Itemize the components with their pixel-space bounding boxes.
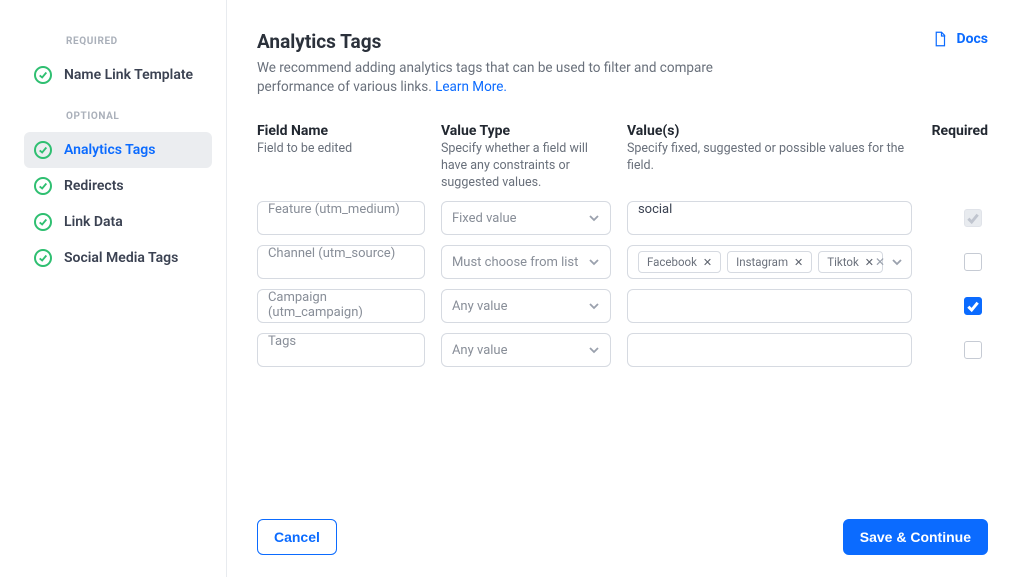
group-label-required: REQUIRED — [66, 36, 212, 47]
check-icon — [34, 66, 52, 84]
sidebar-item-link-data[interactable]: Link Data — [24, 204, 212, 240]
col-values-sub: Specify fixed, suggested or possible val… — [627, 141, 912, 175]
check-icon — [34, 177, 52, 195]
required-checkbox[interactable] — [964, 297, 982, 315]
sidebar-item-name-link-template[interactable]: Name Link Template — [24, 57, 212, 93]
col-value-type-sub: Specify whether a field will have any co… — [441, 141, 611, 192]
sidebar-item-label: Link Data — [64, 214, 123, 230]
value-type-select[interactable]: Fixed value — [441, 201, 611, 235]
chevron-down-icon — [588, 300, 600, 312]
sidebar-item-label: Redirects — [64, 178, 124, 194]
sidebar-item-label: Social Media Tags — [64, 250, 178, 266]
remove-tag-icon[interactable]: ✕ — [794, 256, 803, 269]
required-checkbox[interactable] — [964, 341, 982, 359]
col-required: Required — [928, 123, 988, 139]
value-type-select[interactable]: Any value — [441, 289, 611, 323]
table-body: Feature (utm_medium) Fixed value social … — [257, 201, 988, 367]
cancel-button[interactable]: Cancel — [257, 519, 337, 555]
col-value-type: Value Type — [441, 123, 611, 139]
page-subtitle: We recommend adding analytics tags that … — [257, 59, 787, 97]
page-title: Analytics Tags — [257, 30, 787, 53]
sidebar-item-label: Name Link Template — [64, 67, 193, 83]
check-icon — [34, 141, 52, 159]
value-tag-input[interactable]: Facebook✕ Instagram✕ Tiktok✕ ✕ — [627, 245, 912, 279]
table-header: Field Name Field to be edited Value Type… — [257, 123, 988, 192]
sidebar-item-label: Analytics Tags — [64, 142, 155, 158]
tag-chip[interactable]: Instagram✕ — [727, 251, 812, 273]
sidebar-item-analytics-tags[interactable]: Analytics Tags — [24, 132, 212, 168]
value-text-input[interactable]: social — [627, 201, 912, 235]
chevron-down-icon — [588, 212, 600, 224]
chevron-down-icon — [588, 344, 600, 356]
sidebar-item-social-media-tags[interactable]: Social Media Tags — [24, 240, 212, 276]
chevron-down-icon — [588, 256, 600, 268]
docs-icon — [931, 30, 949, 48]
chevron-down-icon[interactable] — [891, 256, 903, 268]
col-values: Value(s) — [627, 123, 912, 139]
main: Analytics Tags We recommend adding analy… — [227, 0, 1024, 577]
required-checkbox — [964, 209, 982, 227]
sidebar-item-redirects[interactable]: Redirects — [24, 168, 212, 204]
value-type-select[interactable]: Must choose from list — [441, 245, 611, 279]
field-name-input[interactable]: Tags — [257, 333, 425, 367]
docs-button[interactable]: Docs — [931, 30, 989, 48]
footer: Cancel Save & Continue — [257, 499, 988, 555]
remove-tag-icon[interactable]: ✕ — [865, 256, 874, 269]
sidebar: REQUIRED Name Link Template OPTIONAL Ana… — [0, 0, 227, 577]
learn-more-link[interactable]: Learn More. — [435, 79, 507, 95]
save-continue-button[interactable]: Save & Continue — [843, 519, 988, 555]
check-icon — [34, 249, 52, 267]
remove-tag-icon[interactable]: ✕ — [703, 256, 712, 269]
field-name-input[interactable]: Channel (utm_source) — [257, 245, 425, 279]
value-text-input[interactable] — [627, 333, 912, 367]
value-text-input[interactable] — [627, 289, 912, 323]
col-field-name-sub: Field to be edited — [257, 141, 425, 158]
required-checkbox[interactable] — [964, 253, 982, 271]
col-field-name: Field Name — [257, 123, 425, 139]
tag-chip[interactable]: Facebook✕ — [638, 251, 721, 273]
field-name-input[interactable]: Feature (utm_medium) — [257, 201, 425, 235]
check-icon — [34, 213, 52, 231]
value-type-select[interactable]: Any value — [441, 333, 611, 367]
group-label-optional: OPTIONAL — [66, 111, 212, 122]
field-name-input[interactable]: Campaign (utm_campaign) — [257, 289, 425, 323]
tag-chip[interactable]: Tiktok✕ — [818, 251, 883, 273]
clear-tags-icon[interactable]: ✕ — [875, 255, 885, 269]
